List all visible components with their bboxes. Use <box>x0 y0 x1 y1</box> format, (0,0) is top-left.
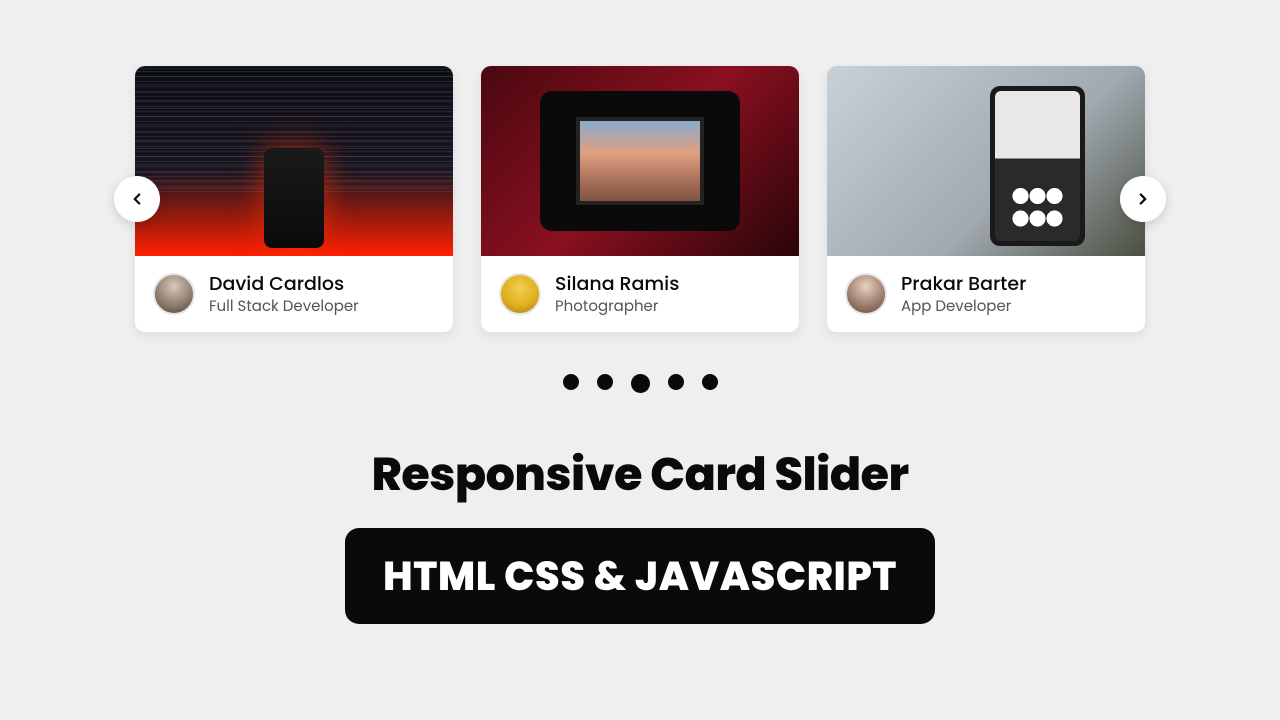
avatar <box>153 273 195 315</box>
next-button[interactable] <box>1120 176 1166 222</box>
card-footer: Prakar Barter App Developer <box>827 256 1145 332</box>
avatar <box>845 273 887 315</box>
card-footer: Silana Ramis Photographer <box>481 256 799 332</box>
pagination-dot[interactable] <box>597 374 613 390</box>
pagination-dot[interactable] <box>563 374 579 390</box>
pagination-dot[interactable] <box>702 374 718 390</box>
user-name: Prakar Barter <box>901 272 1026 297</box>
card-track[interactable]: David Cardlos Full Stack Developer Silan… <box>135 66 1145 332</box>
slider-card[interactable]: Silana Ramis Photographer <box>481 66 799 332</box>
avatar <box>499 273 541 315</box>
card-image <box>481 66 799 256</box>
card-image <box>827 66 1145 256</box>
user-info: David Cardlos Full Stack Developer <box>209 272 359 316</box>
user-role: Full Stack Developer <box>209 297 359 317</box>
slider-card[interactable]: David Cardlos Full Stack Developer <box>135 66 453 332</box>
main-container: David Cardlos Full Stack Developer Silan… <box>0 0 1280 720</box>
chevron-right-icon <box>1134 190 1152 208</box>
pagination-dot[interactable] <box>668 374 684 390</box>
user-role: App Developer <box>901 297 1026 317</box>
slider-card[interactable]: Prakar Barter App Developer <box>827 66 1145 332</box>
card-slider: David Cardlos Full Stack Developer Silan… <box>135 66 1145 332</box>
subtitle-badge: HTML CSS & JAVASCRIPT <box>345 528 935 624</box>
user-name: David Cardlos <box>209 272 359 297</box>
prev-button[interactable] <box>114 176 160 222</box>
card-image <box>135 66 453 256</box>
user-role: Photographer <box>555 297 679 317</box>
pagination-dot[interactable] <box>631 374 650 393</box>
card-footer: David Cardlos Full Stack Developer <box>135 256 453 332</box>
chevron-left-icon <box>128 190 146 208</box>
page-title: Responsive Card Slider <box>371 441 908 510</box>
user-name: Silana Ramis <box>555 272 679 297</box>
user-info: Prakar Barter App Developer <box>901 272 1026 316</box>
user-info: Silana Ramis Photographer <box>555 272 679 316</box>
pagination-dots <box>563 374 718 393</box>
